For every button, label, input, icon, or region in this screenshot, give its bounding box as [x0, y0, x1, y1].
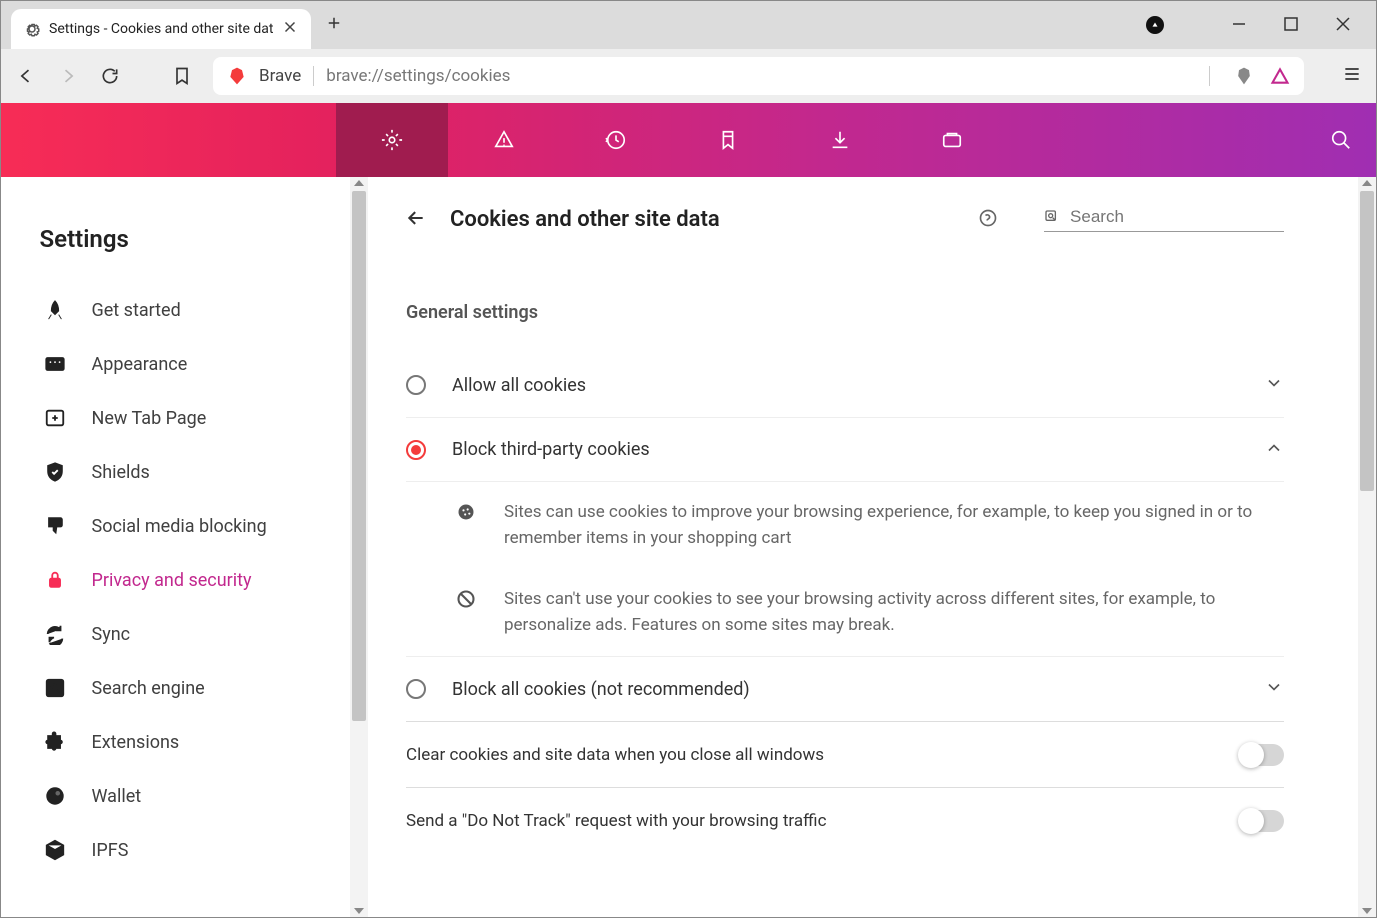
- help-icon[interactable]: [978, 208, 998, 232]
- cube-icon: [40, 839, 70, 861]
- newtab-icon: [40, 407, 70, 429]
- sidebar-item-newtab[interactable]: New Tab Page: [34, 391, 334, 445]
- sidebar-item-search[interactable]: Search engine: [34, 661, 334, 715]
- option-label: Allow all cookies: [452, 375, 1264, 396]
- gear-icon: [23, 20, 41, 38]
- sidebar-title: Settings: [40, 225, 334, 253]
- sidebar-item-label: Sync: [92, 624, 131, 645]
- section-title: General settings: [406, 302, 1284, 323]
- thumbsdown-icon: [40, 515, 70, 537]
- address-bar: Brave brave://settings/cookies: [1, 49, 1376, 103]
- sidebar-item-label: Wallet: [92, 786, 142, 807]
- settings-sidebar: Settings Get started Appearance New Tab …: [34, 177, 334, 917]
- sidebar-item-appearance[interactable]: Appearance: [34, 337, 334, 391]
- sidebar-item-extensions[interactable]: Extensions: [34, 715, 334, 769]
- lion-shield-icon[interactable]: [1234, 66, 1254, 86]
- sidebar-item-privacy[interactable]: Privacy and security: [34, 553, 334, 607]
- maximize-button[interactable]: [1284, 16, 1298, 35]
- lock-icon: [40, 569, 70, 591]
- description-cookie-block: Sites can't use your cookies to see your…: [406, 569, 1284, 656]
- url-text: brave://settings/cookies: [326, 66, 510, 86]
- topnav-downloads[interactable]: [784, 103, 896, 177]
- search-icon: [1044, 208, 1060, 226]
- back-button[interactable]: [15, 65, 37, 87]
- sidebar-item-shields[interactable]: Shields: [34, 445, 334, 499]
- topnav-wallet[interactable]: [896, 103, 1008, 177]
- close-tab-icon[interactable]: [281, 18, 299, 40]
- radio-icon: [406, 679, 426, 699]
- settings-topnav: [1, 103, 1376, 177]
- topnav-bookmarks[interactable]: [672, 103, 784, 177]
- chevron-down-icon[interactable]: [1264, 373, 1284, 397]
- description-text: Sites can use cookies to improve your br…: [504, 500, 1284, 551]
- radio-icon: [406, 375, 426, 395]
- content-scrollbar[interactable]: [1358, 177, 1376, 917]
- page-title: Cookies and other site data: [450, 207, 954, 232]
- new-tab-button[interactable]: [325, 14, 343, 36]
- settings-content: Cookies and other site data General sett…: [366, 177, 1376, 853]
- sidebar-item-label: Shields: [92, 462, 150, 483]
- description-text: Sites can't use your cookies to see your…: [504, 587, 1284, 638]
- sidebar-item-label: Search engine: [92, 678, 205, 699]
- sidebar-item-get-started[interactable]: Get started: [34, 283, 334, 337]
- tab-title: Settings - Cookies and other site dat: [49, 21, 273, 37]
- search-box[interactable]: [1044, 207, 1284, 232]
- puzzle-icon: [40, 731, 70, 753]
- search-engine-icon: [40, 677, 70, 699]
- bookmark-button[interactable]: [171, 65, 193, 87]
- search-input[interactable]: [1070, 207, 1284, 227]
- topnav-search[interactable]: [1306, 129, 1376, 151]
- forward-button[interactable]: [57, 65, 79, 87]
- window-controls: [1146, 16, 1376, 35]
- titlebar: Settings - Cookies and other site dat: [1, 1, 1376, 49]
- toggle-label: Clear cookies and site data when you clo…: [406, 745, 1240, 765]
- sidebar-item-label: IPFS: [92, 840, 129, 861]
- block-icon: [456, 587, 480, 638]
- brand-label: Brave: [259, 66, 301, 86]
- chevron-down-icon[interactable]: [1264, 677, 1284, 701]
- url-box[interactable]: Brave brave://settings/cookies: [213, 57, 1304, 95]
- toggle-clear-on-close[interactable]: Clear cookies and site data when you clo…: [406, 721, 1284, 787]
- topnav-history[interactable]: [560, 103, 672, 177]
- topnav-settings[interactable]: [336, 103, 448, 177]
- minimize-button[interactable]: [1232, 16, 1246, 35]
- bat-icon[interactable]: [1270, 66, 1290, 86]
- toggle-dnt[interactable]: Send a "Do Not Track" request with your …: [406, 787, 1284, 853]
- reload-button[interactable]: [99, 65, 121, 87]
- sidebar-item-label: Get started: [92, 300, 181, 321]
- toggle-label: Send a "Do Not Track" request with your …: [406, 811, 1240, 831]
- option-allow-all[interactable]: Allow all cookies: [406, 353, 1284, 417]
- option-label: Block all cookies (not recommended): [452, 679, 1264, 700]
- sidebar-item-label: Social media blocking: [92, 516, 267, 537]
- option-label: Block third-party cookies: [452, 439, 1264, 460]
- sidebar-item-label: Privacy and security: [92, 570, 252, 591]
- brave-logo-icon: [227, 66, 247, 86]
- sidebar-item-ipfs[interactable]: IPFS: [34, 823, 334, 877]
- sidebar-item-sync[interactable]: Sync: [34, 607, 334, 661]
- toggle-switch[interactable]: [1240, 810, 1284, 832]
- sidebar-item-label: Extensions: [92, 732, 180, 753]
- chevron-up-icon[interactable]: [1264, 438, 1284, 462]
- content-back-button[interactable]: [406, 208, 426, 232]
- toggle-switch[interactable]: [1240, 744, 1284, 766]
- option-block-all[interactable]: Block all cookies (not recommended): [406, 657, 1284, 721]
- wallet-icon: [40, 785, 70, 807]
- sidebar-item-social[interactable]: Social media blocking: [34, 499, 334, 553]
- topnav-shields[interactable]: [448, 103, 560, 177]
- menu-button[interactable]: [1342, 64, 1362, 88]
- sidebar-item-label: New Tab Page: [92, 408, 207, 429]
- shield-icon: [40, 461, 70, 483]
- shield-icon[interactable]: [1146, 16, 1164, 34]
- appearance-icon: [40, 353, 70, 375]
- sync-icon: [40, 623, 70, 645]
- option-block-third-party[interactable]: Block third-party cookies: [406, 417, 1284, 481]
- description-cookie-use: Sites can use cookies to improve your br…: [406, 482, 1284, 569]
- window-close-button[interactable]: [1336, 16, 1350, 35]
- rocket-icon: [40, 299, 70, 321]
- radio-icon: [406, 440, 426, 460]
- cookie-icon: [456, 500, 480, 551]
- browser-tab[interactable]: Settings - Cookies and other site dat: [11, 9, 311, 49]
- sidebar-item-label: Appearance: [92, 354, 188, 375]
- sidebar-item-wallet[interactable]: Wallet: [34, 769, 334, 823]
